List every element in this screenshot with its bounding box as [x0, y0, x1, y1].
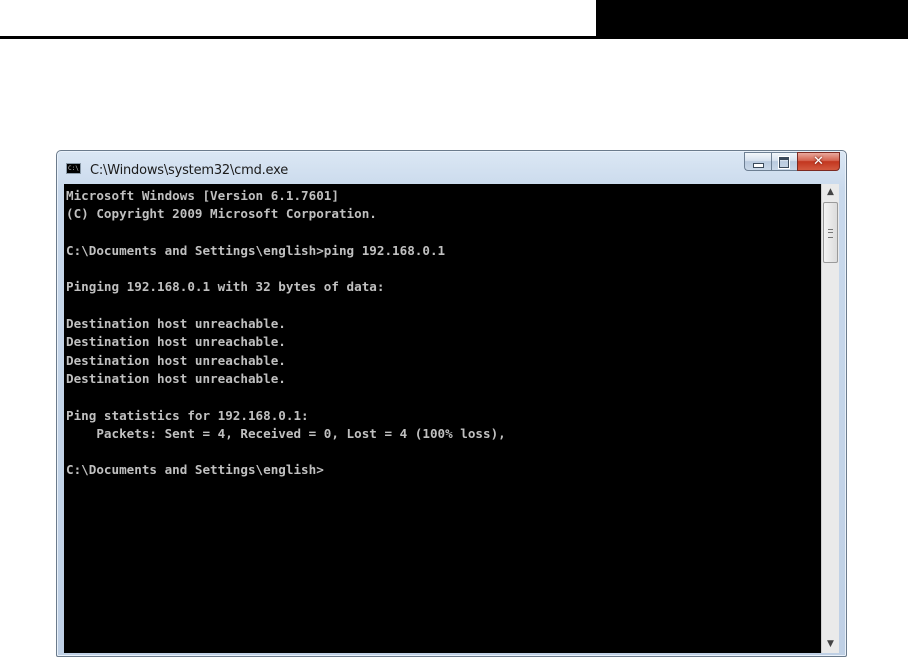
minimize-icon — [753, 163, 764, 168]
scrollbar-thumb[interactable] — [823, 202, 838, 263]
title-bar[interactable]: C:\ C:\Windows\system32\cmd.exe ✕ — [57, 151, 846, 184]
window-title: C:\Windows\system32\cmd.exe — [90, 163, 289, 178]
console-icon: C:\ — [66, 163, 81, 174]
page-header-rule — [0, 36, 596, 39]
caption-buttons: ✕ — [744, 152, 840, 172]
vertical-scrollbar[interactable]: ▲ ▼ — [821, 184, 839, 653]
console-line: Destination host unreachable. — [66, 334, 286, 350]
console-line: Destination host unreachable. — [66, 370, 286, 386]
scroll-down-arrow-icon[interactable]: ▼ — [822, 636, 839, 653]
command-prompt-window: C:\ C:\Windows\system32\cmd.exe ✕ Micros… — [56, 150, 847, 657]
maximize-button[interactable] — [771, 152, 797, 171]
console-line: C:\Documents and Settings\english>ping 1… — [66, 242, 446, 258]
console-line: Destination host unreachable. — [66, 352, 286, 368]
scroll-up-arrow-icon[interactable]: ▲ — [822, 184, 839, 201]
console-line: Ping statistics for 192.168.0.1: — [66, 407, 309, 423]
console-line: Microsoft Windows [Version 6.1.7601] — [66, 188, 339, 203]
console-line: (C) Copyright 2009 Microsoft Corporation… — [66, 206, 377, 222]
page-header-block — [596, 0, 908, 39]
console-prompt-line: C:\Documents and Settings\english> — [66, 462, 324, 478]
maximize-icon — [778, 156, 790, 169]
console-line: Packets: Sent = 4, Received = 0, Lost = … — [66, 425, 506, 441]
minimize-button[interactable] — [744, 152, 771, 171]
console-output: Microsoft Windows [Version 6.1.7601] (C) … — [64, 184, 821, 480]
close-icon: ✕ — [813, 154, 824, 169]
console-line: Pinging 192.168.0.1 with 32 bytes of dat… — [66, 279, 385, 295]
console-output-area[interactable]: Microsoft Windows [Version 6.1.7601] (C) … — [64, 184, 821, 653]
grip-icon — [828, 229, 833, 238]
close-button[interactable]: ✕ — [797, 152, 840, 171]
console-line: Destination host unreachable. — [66, 316, 286, 332]
